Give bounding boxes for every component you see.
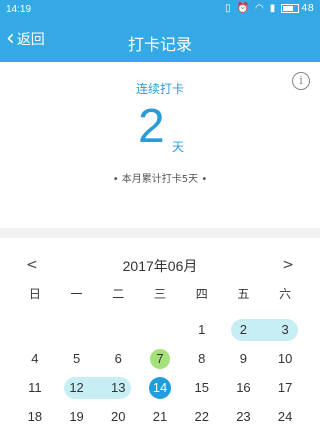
calendar-day-label: 19: [69, 409, 84, 424]
weekday-thu: 四: [195, 287, 208, 301]
calendar-day-label: 14: [148, 377, 171, 399]
weekday-tue: 二: [112, 287, 125, 301]
nav-bar: ‹ 返回 打卡记录: [0, 20, 320, 62]
battery-indicator: 48: [281, 3, 314, 14]
calendar-day-label: 10: [277, 351, 293, 366]
calendar-day[interactable]: 1: [181, 319, 223, 341]
calendar-month: 2017年06月: [122, 258, 198, 274]
streak-days: 2: [138, 100, 165, 153]
calendar-day[interactable]: 2: [223, 319, 265, 341]
calendar-day-label: 9: [239, 351, 248, 366]
calendar-day-empty: [56, 319, 98, 341]
calendar-day-label: 18: [27, 409, 43, 424]
calendar-day-label: 21: [152, 409, 168, 424]
calendar-day-label: 5: [72, 351, 81, 366]
next-month-button[interactable]: >: [282, 257, 294, 273]
calendar-day-label: 4: [31, 351, 39, 366]
calendar-day-label: 17: [277, 380, 293, 395]
calendar-day-label: 11: [28, 380, 42, 395]
calendar-day[interactable]: 19: [56, 406, 98, 428]
calendar-day[interactable]: 22: [181, 406, 223, 428]
calendar-day[interactable]: 17: [264, 377, 306, 399]
calendar-day-label: 13: [111, 380, 126, 395]
weekday-sat: 六: [279, 287, 292, 301]
wifi-icon: ◠: [255, 3, 264, 14]
calendar-day-label: 1: [198, 322, 206, 337]
calendar-day[interactable]: 16: [223, 377, 265, 399]
calendar-day-empty: [97, 319, 139, 341]
calendar-day-empty: [139, 319, 181, 341]
weekday-fri: 五: [237, 287, 250, 301]
calendar-day-label: 7: [149, 349, 170, 369]
weekday-mon: 一: [70, 287, 83, 301]
status-bar: 14:19 ▯ ⏰ ◠ ▮ 48: [0, 0, 320, 20]
calendar-day[interactable]: 12: [56, 377, 98, 399]
calendar-day-label: 12: [69, 380, 84, 395]
streak-unit: 天: [172, 140, 185, 154]
status-time: 14:19: [6, 4, 32, 15]
calendar-day-label: 20: [111, 409, 126, 424]
calendar-day-label: 16: [236, 380, 251, 395]
calendar-day-label: 23: [236, 409, 251, 424]
battery-level: 48: [301, 3, 314, 14]
calendar-day-label: 6: [114, 351, 122, 366]
calendar-day[interactable]: 10: [264, 348, 306, 370]
calendar-day[interactable]: 5: [56, 348, 98, 370]
calendar-day-label: 24: [277, 409, 293, 424]
calendar-day-label: 2: [239, 322, 248, 337]
calendar-day[interactable]: 4: [14, 348, 56, 370]
calendar-day[interactable]: 3: [264, 319, 306, 341]
calendar-day[interactable]: 14: [139, 377, 181, 399]
calendar-day[interactable]: 15: [181, 377, 223, 399]
alarm-icon: ⏰: [236, 3, 250, 14]
calendar-day-label: 8: [198, 351, 206, 366]
page-title: 打卡记录: [127, 35, 192, 54]
calendar-day[interactable]: 8: [181, 348, 223, 370]
calendar-day-empty: [14, 319, 56, 341]
battery-icon: [281, 4, 300, 13]
calendar-day[interactable]: 23: [223, 406, 265, 428]
signal-icon: ▮: [269, 3, 276, 14]
weekday-wed: 三: [153, 287, 166, 301]
calendar-day-label: 22: [194, 409, 209, 424]
calendar-day[interactable]: 13: [97, 377, 139, 399]
calendar-day-label: 15: [194, 380, 209, 395]
calendar: < 2017年06月 > 日 一 二 三 四 五 六 1 2 3 4 5 6 7 8 9 10 11…: [0, 238, 320, 437]
calendar-day[interactable]: 21: [139, 406, 181, 428]
month-total: • 本月累计打卡5天 •: [112, 174, 208, 185]
status-icons: ▯ ⏰ ◠ ▮ 48: [225, 3, 314, 14]
calendar-day[interactable]: 11: [14, 377, 56, 399]
streak-summary: i 连续打卡 2 天 • 本月累计打卡5天 •: [0, 62, 320, 228]
calendar-day[interactable]: 20: [97, 406, 139, 428]
calendar-day[interactable]: 18: [14, 406, 56, 428]
calendar-day[interactable]: 9: [223, 348, 265, 370]
day-grid: 1 2 3 4 5 6 7 8 9 10 11 12 13 14 15 16 17 18 19 20 21 22 23 24: [14, 316, 306, 432]
weekday-sun: 日: [28, 287, 41, 301]
streak-label: 连续打卡: [135, 82, 184, 96]
calendar-day[interactable]: 7: [139, 348, 181, 370]
calendar-day[interactable]: 6: [97, 348, 139, 370]
calendar-day-label: 3: [281, 322, 289, 337]
weekday-header: 日 一 二 三 四 五 六: [14, 285, 306, 302]
vibrate-icon: ▯: [225, 3, 231, 14]
calendar-day[interactable]: 24: [264, 406, 306, 428]
